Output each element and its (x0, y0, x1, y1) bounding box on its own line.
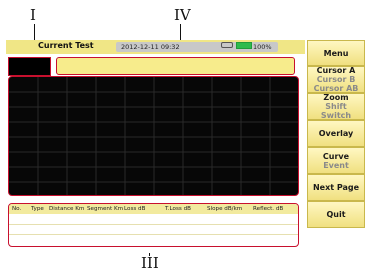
curve-label: Curve (322, 151, 350, 161)
menu-label: Menu (323, 48, 349, 58)
otdr-screen: Current Test 2012-12-11 09:32 100% No. T… (6, 40, 367, 253)
quit-button[interactable]: Quit (307, 201, 365, 228)
switch-label: Switch (320, 111, 352, 120)
battery-icon (236, 42, 252, 49)
power-plug-icon (221, 42, 233, 48)
status-message-box (56, 57, 295, 75)
screen-title: Current Test (38, 41, 94, 50)
annotation-label-iv: IV (174, 6, 191, 24)
cursor-b-label: Cursor B (316, 75, 356, 84)
datetime-text: 2012-12-11 09:32 (121, 43, 180, 51)
col-segment: Segment Km (87, 206, 124, 212)
annotation-label-i: I (30, 6, 36, 24)
curve-event-button[interactable]: Curve Event (307, 147, 365, 174)
annotation-label-iii: III (141, 254, 159, 272)
shift-label: Shift (325, 102, 347, 111)
graph-grid (9, 77, 298, 195)
col-tloss: T.Loss dB (165, 206, 191, 212)
next-page-label: Next Page (312, 183, 360, 192)
col-loss: Loss dB (124, 206, 146, 212)
col-type: Type (31, 206, 44, 212)
table-row (9, 234, 298, 235)
parameter-box (8, 57, 51, 76)
cursor-a-label: Cursor A (316, 66, 356, 75)
table-row (9, 224, 298, 225)
event-table[interactable]: No. Type Distance Km Segment Km Loss dB … (8, 203, 299, 247)
zoom-button[interactable]: Zoom Shift Switch (307, 93, 365, 120)
col-slope: Slope dB/km (207, 206, 243, 212)
menu-button[interactable]: Menu (307, 40, 365, 66)
col-distance: Distance Km (49, 206, 85, 212)
event-label: Event (323, 160, 349, 170)
col-reflect: Reflect. dB (253, 206, 284, 212)
cursor-ab-label: Cursor AB (313, 84, 359, 93)
trace-graph[interactable] (8, 76, 299, 196)
battery-percent: 100% (253, 43, 272, 51)
overlay-label: Overlay (318, 129, 354, 138)
title-bar: Current Test 2012-12-11 09:32 100% (6, 40, 305, 54)
zoom-label: Zoom (323, 93, 349, 102)
col-no: No. (12, 206, 22, 212)
next-page-button[interactable]: Next Page (307, 174, 365, 201)
softkey-sidebar: Menu Cursor A Cursor B Cursor AB Zoom Sh… (307, 40, 365, 251)
status-pill: 2012-12-11 09:32 100% (116, 42, 278, 52)
quit-label: Quit (326, 210, 346, 219)
cursor-button[interactable]: Cursor A Cursor B Cursor AB (307, 66, 365, 93)
event-table-header: No. Type Distance Km Segment Km Loss dB … (9, 204, 298, 214)
overlay-button[interactable]: Overlay (307, 120, 365, 147)
